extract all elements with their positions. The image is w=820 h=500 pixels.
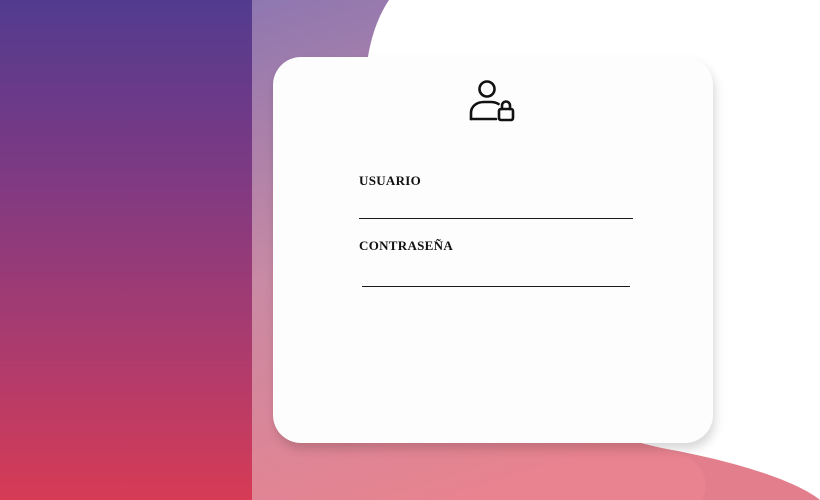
username-label: USUARIO — [359, 173, 422, 188]
username-input[interactable] — [359, 194, 633, 219]
user-lock-icon — [468, 77, 516, 125]
password-input[interactable] — [362, 262, 630, 287]
gradient-side-panel — [0, 0, 252, 500]
login-page: USUARIO CONTRASEÑA — [0, 0, 820, 500]
password-label: CONTRASEÑA — [359, 238, 454, 253]
